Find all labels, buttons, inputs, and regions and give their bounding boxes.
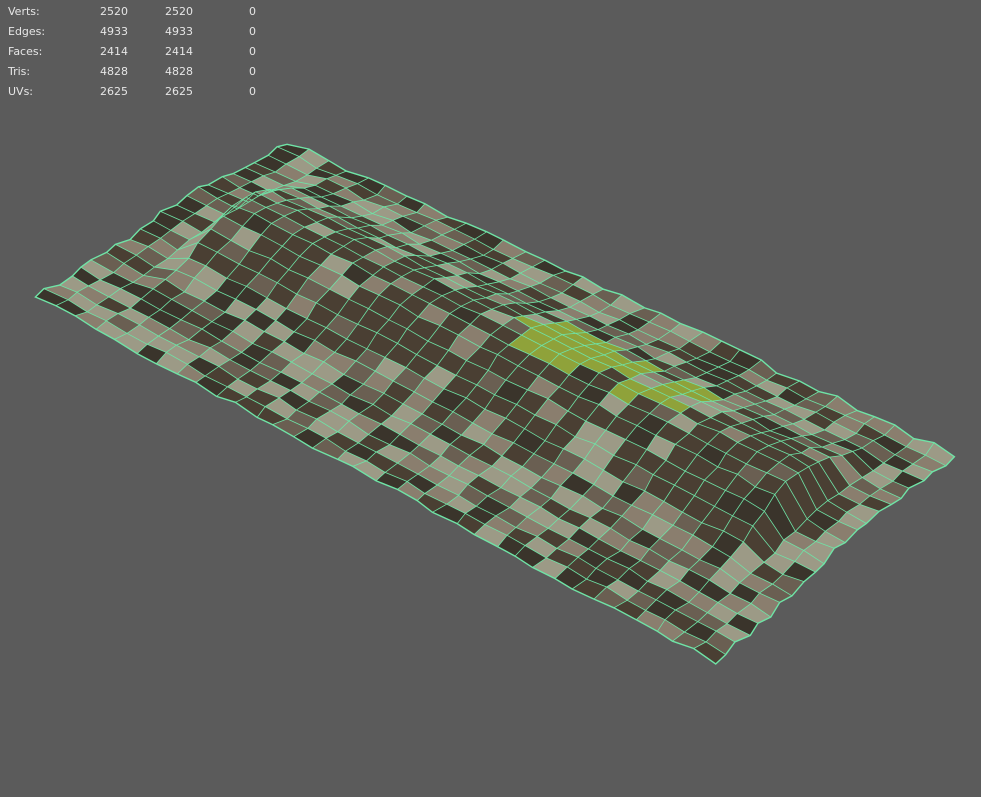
hud-value-selected: 2520	[165, 5, 193, 18]
hud-value-selected: 2625	[165, 85, 193, 98]
hud-value-components: 0	[249, 5, 256, 18]
hud-label: Verts:	[8, 5, 40, 18]
hud-value-object: 4933	[100, 25, 128, 38]
hud-label: Tris:	[8, 65, 31, 78]
hud-value-components: 0	[249, 25, 256, 38]
hud-value-object: 2414	[100, 45, 128, 58]
hud-row-faces: Faces: 2414 2414 0	[8, 42, 279, 62]
hud-value-object: 2625	[100, 85, 128, 98]
hud-label: Faces:	[8, 45, 43, 58]
hud-value-selected: 4828	[165, 65, 193, 78]
hud-value-components: 0	[249, 45, 256, 58]
hud-value-selected: 2414	[165, 45, 193, 58]
hud-label: Edges:	[8, 25, 46, 38]
ground-texture	[35, 144, 955, 665]
hud-value-selected: 4933	[165, 25, 193, 38]
hud-value-object: 2520	[100, 5, 128, 18]
hud-row-uvs: UVs: 2625 2625 0	[8, 82, 279, 102]
3d-viewport[interactable]: Verts: 2520 2520 0 Edges: 4933 4933 0 Fa…	[0, 0, 981, 797]
hud-row-tris: Tris: 4828 4828 0	[8, 62, 279, 82]
terrain-mesh[interactable]	[0, 0, 981, 797]
hud-value-components: 0	[249, 85, 256, 98]
mesh-surface	[35, 144, 955, 665]
hud-value-object: 4828	[100, 65, 128, 78]
poly-count-hud: Verts: 2520 2520 0 Edges: 4933 4933 0 Fa…	[8, 2, 279, 102]
hud-row-verts: Verts: 2520 2520 0	[8, 2, 279, 22]
hud-row-edges: Edges: 4933 4933 0	[8, 22, 279, 42]
hud-value-components: 0	[249, 65, 256, 78]
hud-label: UVs:	[8, 85, 34, 98]
